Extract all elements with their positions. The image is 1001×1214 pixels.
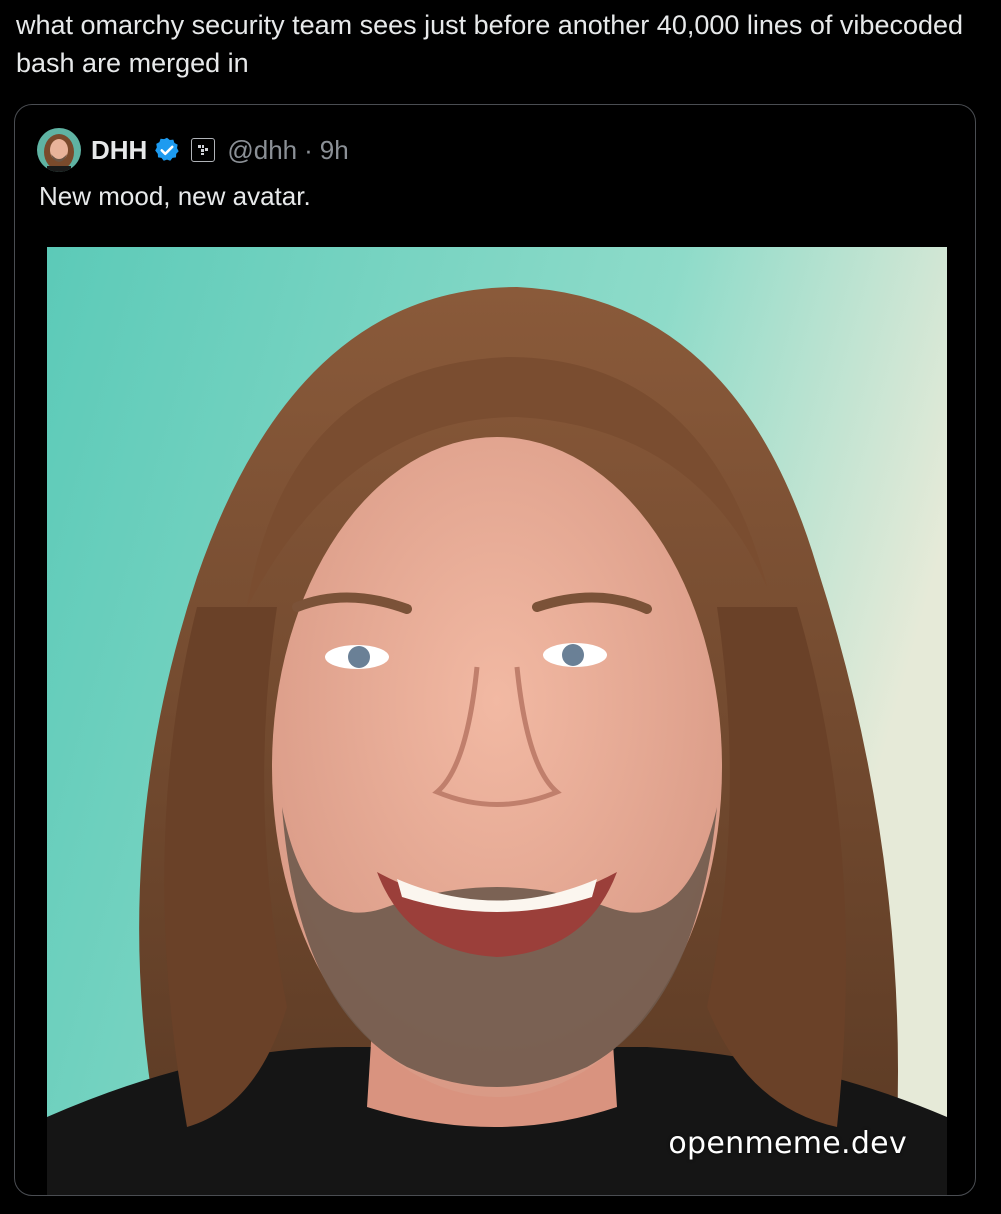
portrait-photo-icon <box>47 247 947 1195</box>
timestamp[interactable]: 9h <box>320 135 349 166</box>
quoted-tweet-text: New mood, new avatar. <box>39 181 311 211</box>
watermark: openmeme.dev <box>668 1126 907 1161</box>
author-display-name[interactable]: DHH <box>91 135 147 166</box>
separator-dot: · <box>304 134 313 165</box>
affiliate-badge-icon <box>191 138 216 162</box>
quoted-tweet-media[interactable]: openmeme.dev <box>47 247 947 1195</box>
author-handle[interactable]: @dhh <box>227 135 297 166</box>
quoted-tweet-card[interactable]: DHH @dhh · 9h New mood, new avatar. open… <box>14 104 976 1196</box>
avatar-photo-icon <box>37 128 81 172</box>
verified-badge-icon <box>155 137 180 161</box>
author-avatar[interactable] <box>37 128 81 172</box>
post-text: what omarchy security team sees just bef… <box>16 10 964 78</box>
quoted-tweet-header: DHH @dhh · 9h <box>37 127 349 173</box>
